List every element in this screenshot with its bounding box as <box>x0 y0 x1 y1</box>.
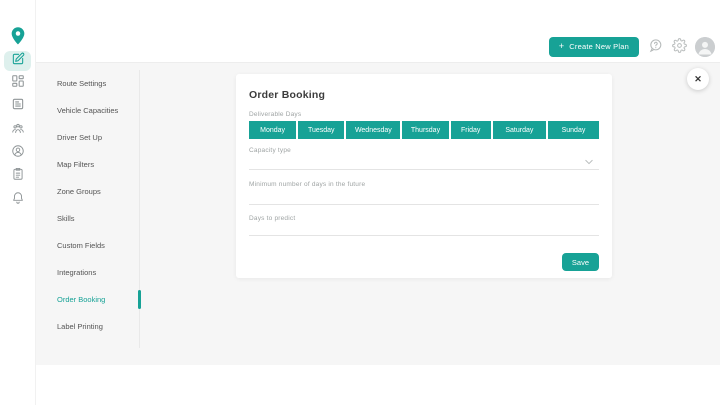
rail-item-team[interactable] <box>4 119 31 141</box>
save-button[interactable]: Save <box>562 253 599 271</box>
rail-item-notifications[interactable] <box>4 189 31 211</box>
support-icon <box>648 38 663 56</box>
deliverable-days-group: Monday Tuesday Wednesday Thursday Friday… <box>249 121 599 139</box>
rail-item-orders[interactable] <box>4 95 31 117</box>
menu-item-custom-fields[interactable]: Custom Fields <box>35 232 139 259</box>
settings-button[interactable] <box>671 39 687 55</box>
create-new-plan-label: Create New Plan <box>569 42 629 51</box>
menu-item-map-filters[interactable]: Map Filters <box>35 151 139 178</box>
settings-icon <box>672 38 687 56</box>
day-button-thursday[interactable]: Thursday <box>402 121 448 139</box>
capacity-type-select[interactable] <box>249 154 599 170</box>
reports-icon <box>11 167 25 186</box>
close-icon: ✕ <box>694 74 702 85</box>
topbar: + Create New Plan <box>35 0 720 63</box>
content-area: Route Settings Vehicle Capacities Driver… <box>35 62 720 365</box>
plus-icon: + <box>559 42 564 51</box>
rail-item-reports[interactable] <box>4 165 31 187</box>
team-icon <box>11 121 25 140</box>
days-to-predict-label: Days to predict <box>249 215 599 222</box>
icon-rail <box>0 0 36 405</box>
customers-icon <box>11 144 25 163</box>
day-button-wednesday[interactable]: Wednesday <box>346 121 400 139</box>
rail-item-plan-settings[interactable] <box>4 51 31 71</box>
orders-icon <box>11 97 25 116</box>
plan-edit-icon <box>11 52 25 71</box>
location-pin-logo <box>8 26 28 49</box>
close-button[interactable]: ✕ <box>687 68 709 90</box>
page-title: Order Booking <box>249 89 599 101</box>
support-button[interactable] <box>647 39 663 55</box>
rail-item-dashboard[interactable] <box>4 72 31 94</box>
capacity-type-label: Capacity type <box>249 147 599 154</box>
day-button-saturday[interactable]: Saturday <box>493 121 546 139</box>
menu-item-driver-set-up[interactable]: Driver Set Up <box>35 124 139 151</box>
min-days-input[interactable] <box>249 188 599 205</box>
active-indicator <box>138 290 141 309</box>
dashboard-icon <box>11 74 25 93</box>
chevron-down-icon <box>585 159 593 165</box>
menu-item-route-settings[interactable]: Route Settings <box>35 70 139 97</box>
deliverable-days-label: Deliverable Days <box>249 111 599 118</box>
day-button-tuesday[interactable]: Tuesday <box>298 121 344 139</box>
user-avatar[interactable] <box>695 37 715 57</box>
menu-item-label-printing[interactable]: Label Printing <box>35 313 139 340</box>
rail-item-customers[interactable] <box>4 142 31 164</box>
day-button-sunday[interactable]: Sunday <box>548 121 599 139</box>
menu-item-vehicle-capacities[interactable]: Vehicle Capacities <box>35 97 139 124</box>
settings-menu: Route Settings Vehicle Capacities Driver… <box>35 70 140 348</box>
notifications-icon <box>11 191 25 210</box>
menu-item-zone-groups[interactable]: Zone Groups <box>35 178 139 205</box>
app-window: + Create New Plan Route Settings Vehicle… <box>0 0 720 405</box>
menu-item-integrations[interactable]: Integrations <box>35 259 139 286</box>
order-booking-panel: Order Booking Deliverable Days Monday Tu… <box>236 74 612 278</box>
menu-item-skills[interactable]: Skills <box>35 205 139 232</box>
create-new-plan-button[interactable]: + Create New Plan <box>549 37 639 57</box>
day-button-monday[interactable]: Monday <box>249 121 296 139</box>
days-to-predict-input[interactable] <box>249 222 599 236</box>
day-button-friday[interactable]: Friday <box>451 121 491 139</box>
menu-item-order-booking[interactable]: Order Booking <box>35 286 139 313</box>
min-days-label: Minimum number of days in the future <box>249 181 599 188</box>
